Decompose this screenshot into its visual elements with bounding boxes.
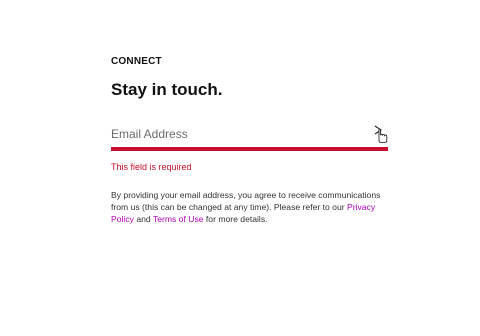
disclaimer-part-2: and [133,214,153,224]
section-headline: Stay in touch. [111,80,223,99]
error-message: This field is required [111,162,192,172]
hand-pointer-icon [378,128,388,143]
submit-button[interactable] [372,123,388,143]
terms-of-use-link[interactable]: Terms of Use [153,214,204,224]
newsletter-signup: CONNECT Stay in touch. This field is req… [111,56,388,225]
email-field-wrapper [111,125,388,151]
disclaimer-part-3: for more details. [203,214,268,224]
disclaimer-part-1: By providing your email address, you agr… [111,190,381,212]
email-input[interactable] [111,125,351,143]
chevron-right-icon [374,125,388,143]
section-eyebrow: CONNECT [111,56,162,67]
disclaimer-text: By providing your email address, you agr… [111,189,388,225]
